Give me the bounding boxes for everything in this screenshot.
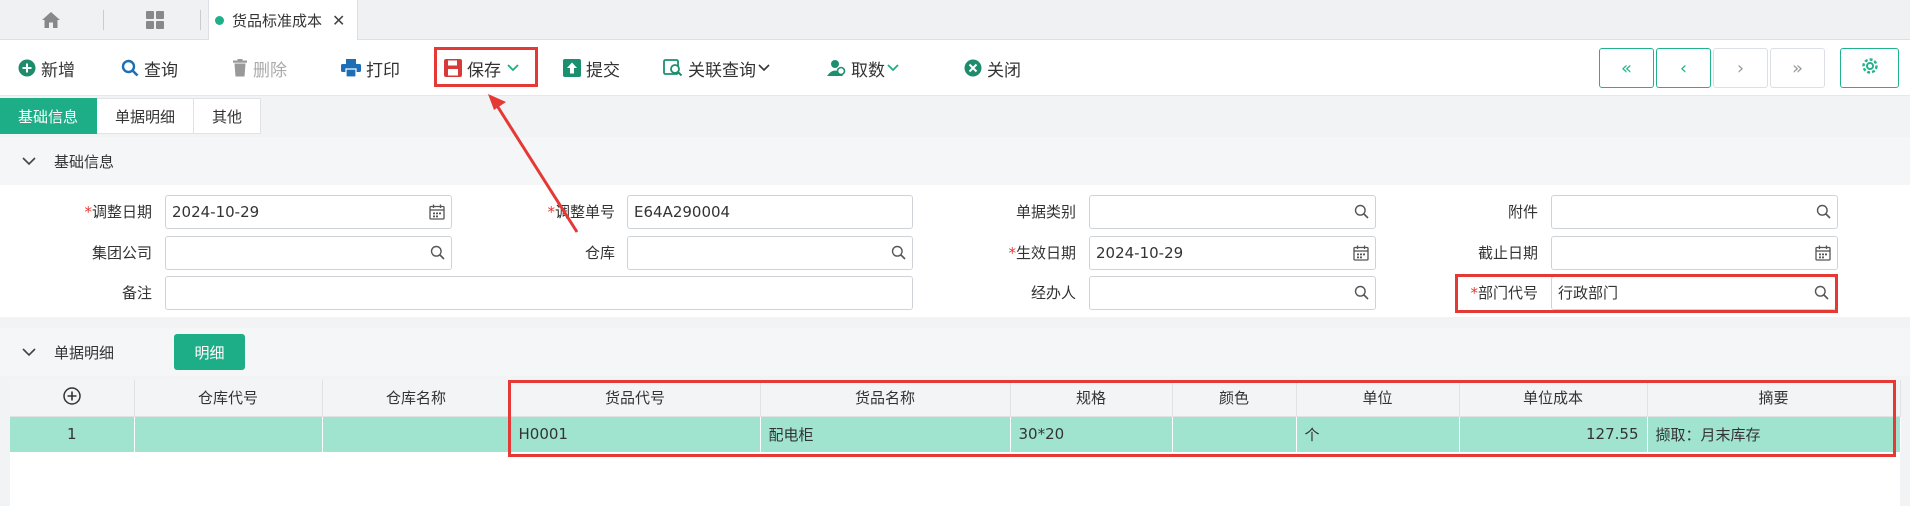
subtab-detail[interactable]: 单据明细: [97, 98, 195, 134]
group-field[interactable]: [165, 236, 452, 270]
related-query-button[interactable]: 关联查询: [663, 50, 770, 86]
section-title: 基础信息: [54, 152, 115, 171]
close-button[interactable]: 关闭: [964, 50, 1021, 86]
tab-separator: [103, 10, 104, 30]
fetch-button[interactable]: 取数: [826, 50, 899, 86]
tab-bar: 货品标准成本 ✕: [0, 0, 1910, 40]
search-icon[interactable]: [891, 245, 906, 260]
printer-icon: [341, 59, 361, 77]
handler-field[interactable]: [1089, 276, 1376, 310]
tab-standard-cost[interactable]: 货品标准成本 ✕: [208, 0, 358, 40]
add-row-icon[interactable]: [10, 380, 135, 417]
double-chevron-left-icon: «: [1620, 57, 1632, 79]
end-date-field[interactable]: [1551, 236, 1838, 270]
calendar-icon[interactable]: [1353, 245, 1369, 261]
search-icon: [121, 59, 139, 77]
gear-icon: [1860, 56, 1880, 81]
last-record-button[interactable]: »: [1770, 48, 1825, 88]
doc-type-label: 单据类别: [1015, 203, 1076, 221]
submit-button[interactable]: 提交: [563, 50, 620, 86]
section-basic-header[interactable]: 基础信息: [0, 137, 1910, 185]
search-icon[interactable]: [1354, 285, 1369, 300]
home-icon[interactable]: [20, 0, 82, 40]
tab-separator: [200, 10, 201, 30]
chevron-down-icon: [22, 347, 36, 357]
fetch-icon: [826, 59, 846, 77]
close-circle-icon: [964, 59, 982, 77]
first-record-button[interactable]: «: [1599, 48, 1654, 88]
settings-button[interactable]: [1840, 48, 1899, 88]
submit-label: 提交: [586, 60, 620, 81]
query-button[interactable]: 查询: [121, 50, 178, 86]
tab-label: 货品标准成本: [232, 11, 323, 30]
section-detail-header[interactable]: 单据明细: [0, 328, 1910, 376]
row-number: 1: [10, 416, 135, 452]
detail-button[interactable]: 明细: [174, 334, 245, 370]
next-record-button[interactable]: ›: [1713, 48, 1768, 88]
adjust-date-label: *调整日期: [84, 203, 152, 221]
upload-icon: [563, 59, 581, 77]
warehouse-label: 仓库: [584, 244, 615, 262]
related-label: 关联查询: [688, 60, 756, 81]
subtab-basic[interactable]: 基础信息: [0, 98, 98, 134]
chevron-right-icon: ›: [1736, 57, 1745, 79]
related-search-icon: [663, 59, 683, 77]
handler-label: 经办人: [1030, 284, 1076, 302]
calendar-icon[interactable]: [1815, 245, 1831, 261]
effective-date-field[interactable]: 2024-10-29: [1089, 236, 1376, 270]
chevron-down-icon: [22, 156, 36, 166]
end-date-label: 截止日期: [1477, 244, 1538, 262]
search-icon[interactable]: [1816, 204, 1831, 219]
query-label: 查询: [144, 60, 178, 81]
chevron-down-icon: [758, 61, 770, 75]
close-icon[interactable]: ✕: [332, 11, 345, 30]
grid-icon[interactable]: [135, 0, 175, 40]
adjust-date-field[interactable]: 2024-10-29: [165, 195, 452, 229]
add-button[interactable]: 新增: [18, 50, 75, 86]
save-highlight-box: [434, 47, 538, 87]
remark-field[interactable]: [165, 276, 913, 310]
active-dot-icon: [215, 15, 224, 25]
remark-label: 备注: [121, 284, 152, 302]
cell-wh-name[interactable]: [322, 416, 511, 452]
delete-label: 删除: [253, 60, 287, 81]
warehouse-field[interactable]: [627, 236, 913, 270]
sub-tabs: 基础信息 单据明细 其他: [0, 98, 262, 134]
adjust-no-field[interactable]: E64A290004: [627, 195, 913, 229]
add-label: 新增: [41, 60, 75, 81]
double-chevron-right-icon: »: [1791, 57, 1803, 79]
calendar-icon[interactable]: [429, 204, 445, 220]
chevron-down-icon: [887, 61, 899, 75]
dept-highlight-box: [1455, 274, 1838, 313]
col-header[interactable]: 仓库代号: [134, 380, 323, 417]
cell-wh-code[interactable]: [134, 416, 323, 452]
col-header[interactable]: 仓库名称: [322, 380, 511, 417]
delete-button[interactable]: 删除: [232, 50, 287, 86]
table-highlight-box: [508, 380, 1896, 457]
effective-date-label: *生效日期: [1008, 244, 1076, 262]
attachment-label: 附件: [1507, 203, 1538, 221]
chevron-left-icon: ‹: [1679, 57, 1688, 79]
search-icon[interactable]: [1354, 204, 1369, 219]
section-title: 单据明细: [54, 343, 115, 362]
fetch-label: 取数: [851, 60, 885, 81]
search-icon[interactable]: [430, 245, 445, 260]
doc-type-field[interactable]: [1089, 195, 1376, 229]
adjust-no-label: *调整单号: [547, 203, 615, 221]
attachment-field[interactable]: [1551, 195, 1838, 229]
print-label: 打印: [366, 60, 400, 81]
close-label: 关闭: [987, 60, 1021, 81]
subtab-other[interactable]: 其他: [194, 98, 262, 134]
group-label: 集团公司: [91, 244, 152, 262]
plus-circle-icon: [18, 59, 36, 77]
print-button[interactable]: 打印: [341, 50, 400, 86]
prev-record-button[interactable]: ‹: [1656, 48, 1711, 88]
trash-icon: [232, 59, 248, 77]
